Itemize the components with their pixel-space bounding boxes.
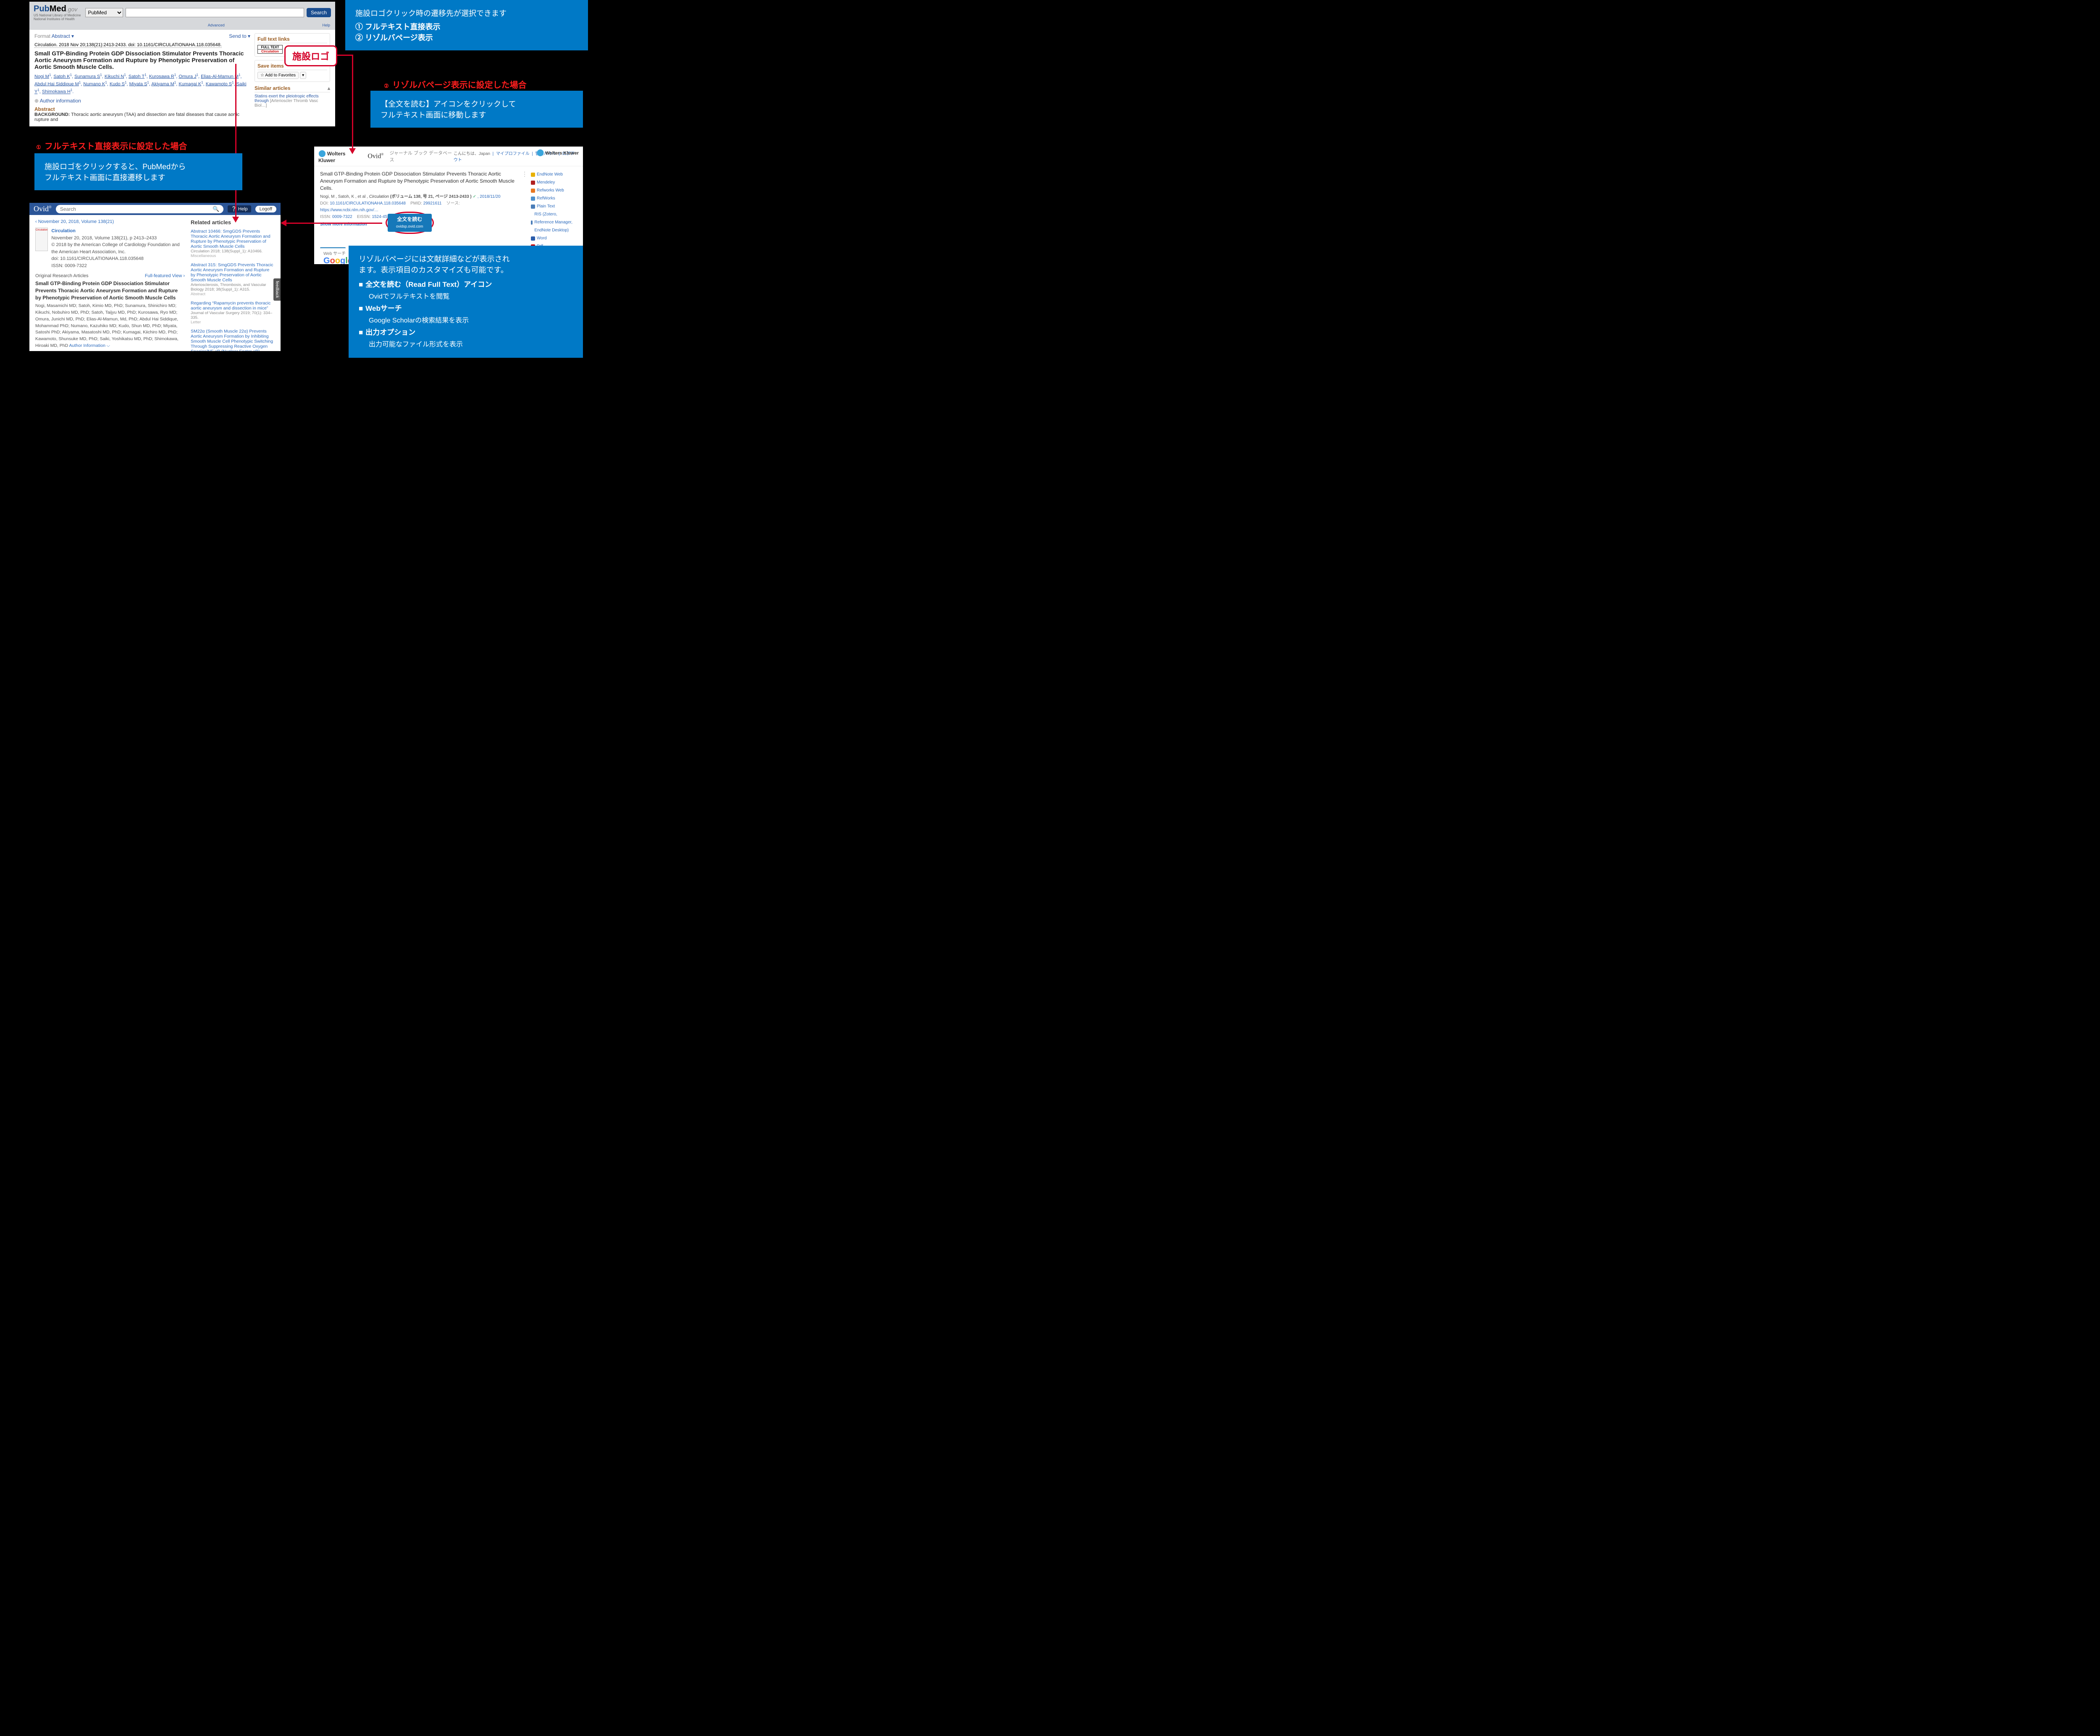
send-to[interactable]: Send to ▾ (229, 33, 250, 39)
article-title: Small GTP-Binding Protein GDP Dissociati… (34, 50, 250, 70)
callout-text: 【全文を読む】アイコンをクリックして (381, 98, 573, 109)
read-fulltext-highlight: 全文を読むovidsp.ovid.com (386, 212, 434, 234)
citation: Circulation. 2018 Nov 20;138(21):2413-24… (34, 42, 250, 47)
ovid-search-bar: 🔍 (56, 205, 223, 213)
resolver-nav[interactable]: ジャーナル ブック データベース (389, 149, 453, 163)
arrow-head-left-icon (281, 220, 286, 226)
callout-resolver-features: リゾルバページには文献詳細などが表示され ます。表示項目のカスタマイズも可能です… (349, 246, 583, 358)
institution-logo-badge[interactable]: 施設ロゴ (284, 45, 337, 66)
related-article[interactable]: Abstract 315: SmgGDS Prevents Thoracic A… (191, 262, 275, 296)
callout-num-1: ① (355, 23, 363, 31)
favorites-dropdown[interactable]: ▾ (300, 72, 306, 79)
help-link[interactable]: Help (322, 23, 330, 27)
pubmed-search-input[interactable] (126, 8, 304, 17)
format-select[interactable]: Abstract ▾ (52, 33, 74, 39)
pubmed-header: PubMed.gov US National Library of Medici… (29, 2, 335, 23)
callout-num-2: ② (355, 34, 363, 42)
journal-meta: Circulation November 20, 2018, Volume 13… (51, 228, 185, 269)
abstract-heading: Abstract (34, 106, 250, 112)
related-article[interactable]: Abstract 10466: SmgGDS Prevents Thoracic… (191, 229, 275, 258)
fulltext-button[interactable]: FULL TEXT Circulation (257, 45, 283, 54)
advanced-link[interactable]: Advanced (208, 23, 225, 27)
arrow-head-down-icon (349, 148, 356, 154)
issn-link[interactable]: 0009-7322 (332, 215, 352, 219)
callout-text: ます。表示項目のカスタマイズも可能です。 (359, 264, 573, 275)
author-list: Nogi, Masamichi MD; Satoh, Kimio MD, PhD… (35, 303, 185, 349)
more-menu-icon[interactable]: ⋮ (522, 170, 527, 258)
arrow-head-down-icon (232, 217, 239, 223)
pmid-link[interactable]: 29921611 (423, 201, 442, 206)
logoff-button[interactable]: Logoff (255, 206, 276, 212)
doi-link[interactable]: 10.1161/CIRCULATIONAHA.118.035648 (330, 201, 406, 206)
callout-direct-fulltext: 施設ロゴをクリックすると、PubMedから フルテキスト画面に直接遷移します (34, 153, 242, 190)
callout-logo-choice: 施設ロゴクリック時の遷移先が選択できます ① フルテキスト直接表示 ② リゾルバ… (345, 0, 588, 50)
export-option[interactable]: Word (531, 234, 577, 242)
ovid-logo[interactable]: Ovid® (368, 152, 383, 160)
arrow-logo-to-resolver-h (336, 55, 353, 56)
journal-thumbnail[interactable]: Circulation (35, 228, 48, 251)
ovid-header: Ovid® 🔍 ❔ Help Logoff (29, 203, 281, 215)
article-title: Small GTP-Binding Protein GDP Dissociati… (320, 170, 517, 191)
article-byline: Nogi, M , Satoh, K , et al , Circulation… (320, 193, 517, 199)
callout-text: フルテキスト画面に移動します (381, 109, 573, 120)
author-info-toggle[interactable]: Author Information ⌵ (69, 343, 110, 348)
wk-logo-right: ⬤ Wolters Kluwer (536, 148, 579, 157)
article-title: Small GTP-Binding Protein GDP Dissociati… (35, 280, 185, 301)
related-article[interactable]: SM22α (Smooth Muscle 22α) Prevents Aorti… (191, 329, 275, 351)
export-option[interactable]: Plain Text (531, 202, 577, 210)
section-label: Original Research Articles (35, 273, 89, 278)
export-option[interactable]: Refworks Web (531, 186, 577, 194)
export-tools: EndNote WebMendeleyRefworks WebRefWorksP… (531, 170, 577, 258)
breadcrumb[interactable]: ‹ November 20, 2018, Volume 138(21) (35, 219, 185, 224)
section-2-heading: ②リゾルバページ表示に設定した場合 (382, 78, 527, 90)
add-favorites-button[interactable]: ☆ Add to Favorites (257, 72, 299, 79)
read-fulltext-button[interactable]: 全文を読むovidsp.ovid.com (388, 214, 432, 232)
arrow-logo-to-ovid (235, 64, 236, 218)
ovid-logo[interactable]: Ovid® (34, 205, 52, 213)
search-icon[interactable]: 🔍 (213, 206, 219, 212)
callout-opt-2: リゾルバページ表示 (365, 34, 433, 42)
export-option[interactable]: RefWorks (531, 194, 577, 202)
arrow-resolver-to-ovid (286, 223, 382, 224)
callout-opt-1: フルテキスト直接表示 (365, 23, 440, 31)
source-link[interactable]: https://www.ncbi.nlm.nih.gov/… (320, 208, 378, 212)
pubmed-db-select[interactable]: PubMed (85, 8, 123, 17)
callout-resolver-click: 【全文を読む】アイコンをクリックして フルテキスト画面に移動します (370, 91, 583, 128)
export-option[interactable]: Mendeley (531, 178, 577, 186)
callout-text: 施設ロゴクリック時の遷移先が選択できます (355, 8, 578, 18)
feedback-tab[interactable]: feedback (273, 278, 281, 301)
pubmed-search-bar: PubMed Search (85, 8, 331, 17)
arrow-logo-to-resolver-v (352, 55, 353, 149)
callout-text: フルテキスト画面に直接遷移します (45, 172, 232, 183)
export-option[interactable]: EndNote Web (531, 170, 577, 178)
export-option[interactable]: RIS (Zotero, Reference Manager, EndNote … (531, 210, 577, 234)
author-info-toggle[interactable]: Author information (40, 98, 81, 104)
callout-text: 施設ロゴをクリックすると、PubMedから (45, 161, 232, 172)
author-list: Nogi M1, Satoh K1, Sunamura S1, Kikuchi … (34, 73, 250, 95)
help-button[interactable]: ❔ Help (228, 205, 251, 212)
pubmed-article: Format Abstract ▾ Send to ▾ Circulation.… (34, 33, 250, 123)
pubmed-search-button[interactable]: Search (307, 8, 331, 17)
my-profile-link[interactable]: マイプロファイル (496, 152, 530, 156)
similar-articles-box: Similar articles▴ Statins exert the plei… (255, 85, 330, 108)
ovid-search-input[interactable] (60, 206, 213, 212)
pubmed-logo[interactable]: PubMed.gov US National Library of Medici… (34, 4, 81, 21)
callout-text: リゾルバページには文献詳細などが表示され (359, 253, 573, 264)
section-1-heading: ①フルテキスト直接表示に設定した場合 (34, 139, 187, 152)
related-article[interactable]: Regarding “Rapamycin prevents thoracic a… (191, 301, 275, 325)
ovid-fulltext-panel: Ovid® 🔍 ❔ Help Logoff ‹ November 20, 201… (29, 203, 281, 351)
full-featured-view-link[interactable]: Full-featured View › (145, 273, 185, 278)
